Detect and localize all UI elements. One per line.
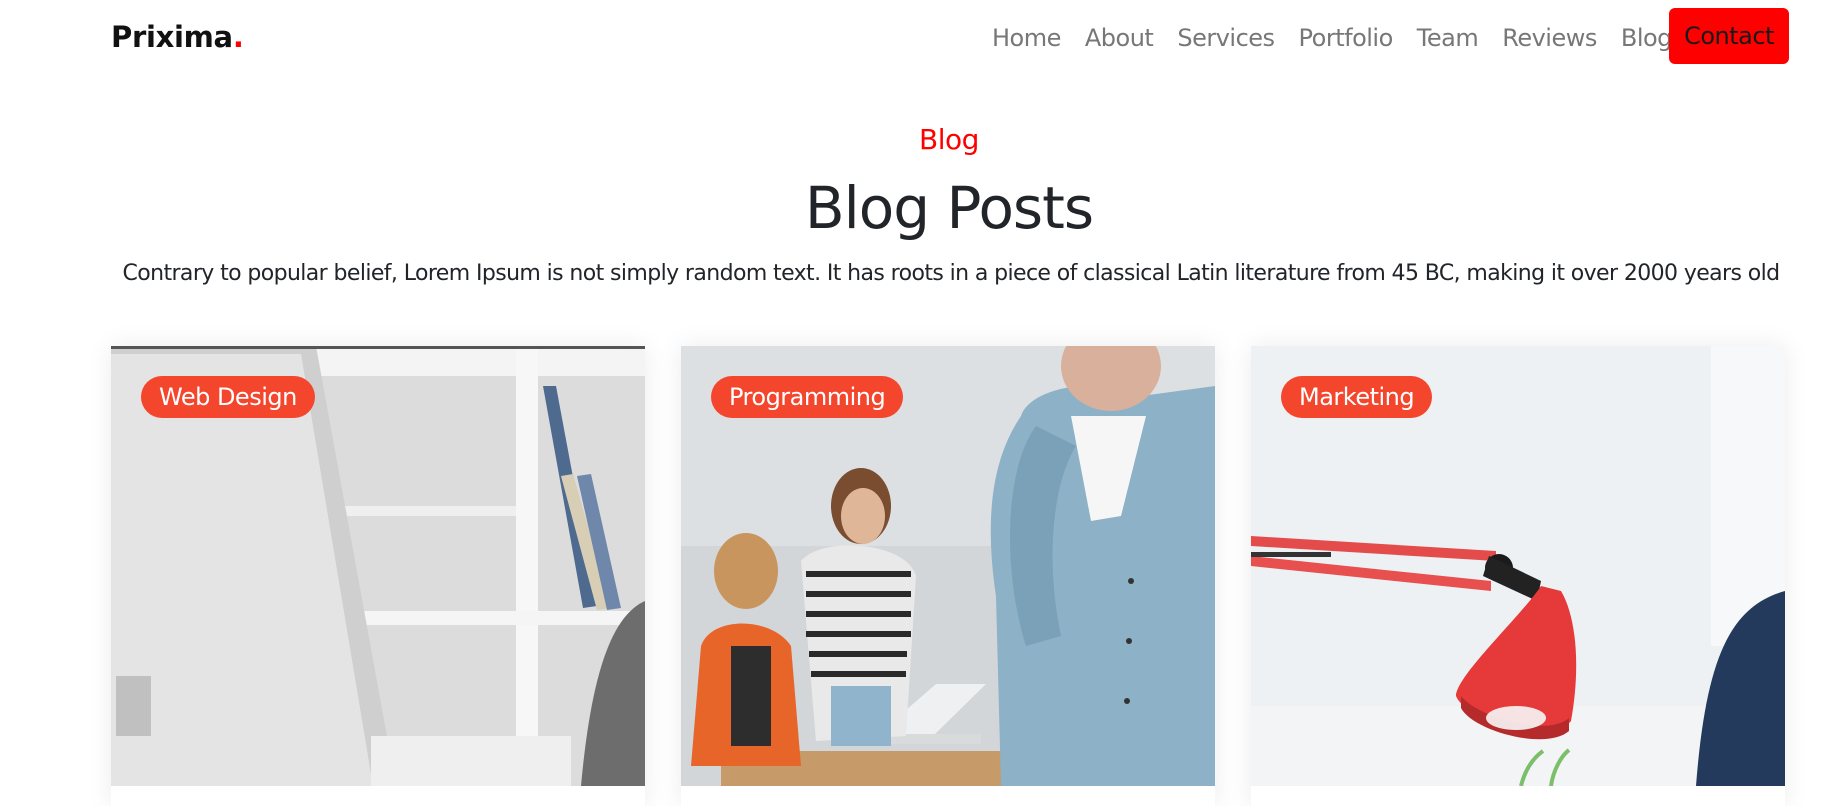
category-badge[interactable]: Web Design [141,376,315,418]
nav-item-reviews[interactable]: Reviews [1490,24,1609,52]
section-tag: Blog [919,123,979,156]
blog-card-marketing[interactable]: Marketing [1251,346,1785,806]
nav-item-home[interactable]: Home [980,24,1073,52]
nav-item-portfolio[interactable]: Portfolio [1287,24,1405,52]
blog-card-programming[interactable]: Programming [681,346,1215,806]
nav-item-team[interactable]: Team [1405,24,1490,52]
section-description: Contrary to popular belief, Lorem Ipsum … [122,261,1781,286]
category-badge[interactable]: Marketing [1281,376,1433,418]
navbar: Prixima. Home About Services Portfolio T… [0,0,1841,80]
nav-item-about[interactable]: About [1073,24,1165,52]
contact-button[interactable]: Contact [1669,8,1789,64]
nav-item-services[interactable]: Services [1165,24,1286,52]
category-badge[interactable]: Programming [711,376,904,418]
brand-dot: . [232,20,244,54]
page-title: Blog Posts [804,174,1094,242]
brand-name: Prixima [111,20,233,54]
blog-card-web-design[interactable]: Web Design [111,346,645,806]
brand-logo[interactable]: Prixima. [111,20,244,54]
nav-menu: Home About Services Portfolio Team Revie… [980,0,1684,76]
